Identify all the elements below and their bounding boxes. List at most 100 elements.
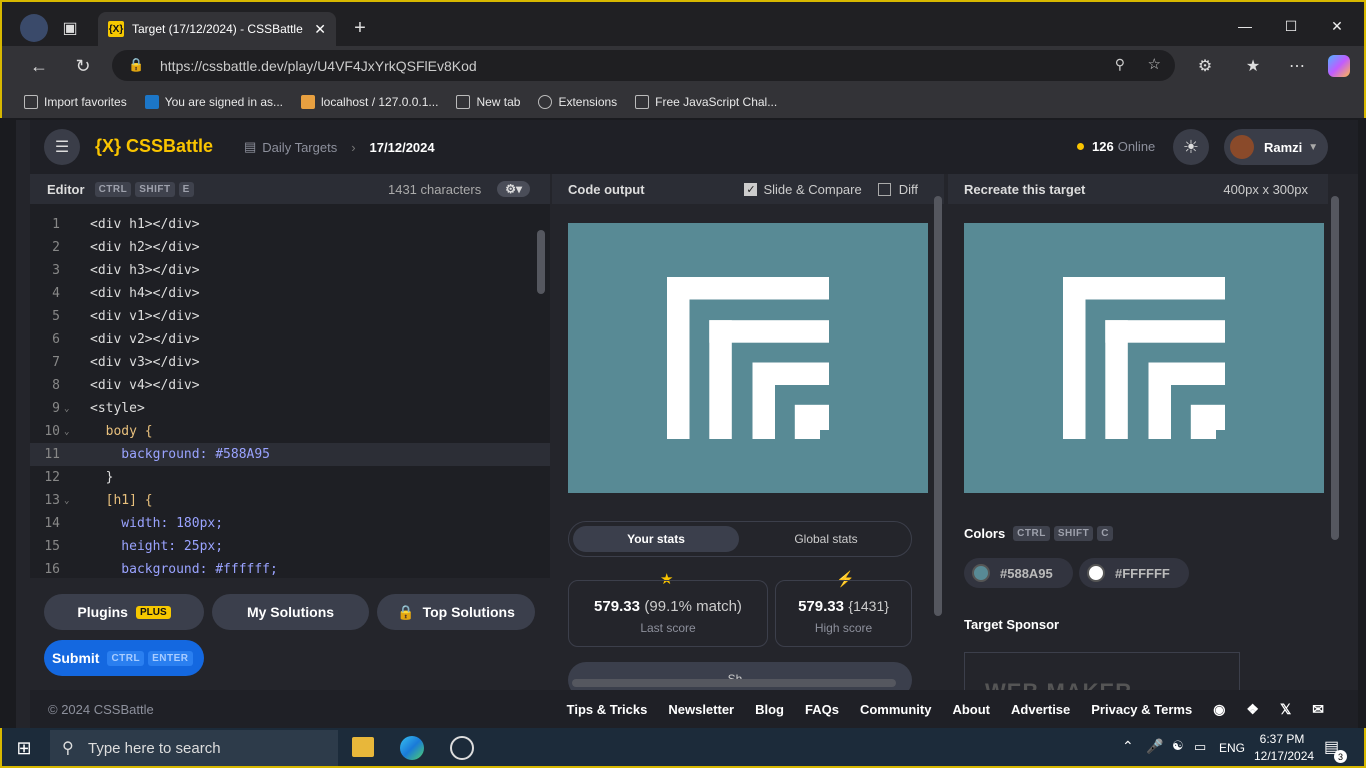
email-icon[interactable]: ✉ <box>1312 701 1324 718</box>
target-size: 400px x 300px <box>1223 181 1308 197</box>
code-line: 12 } <box>44 470 114 485</box>
slide-compare-toggle[interactable]: ✓ Slide & Compare <box>744 182 862 197</box>
user-avatar <box>1230 135 1254 159</box>
editor-title: Editor <box>47 181 85 197</box>
new-tab-icon[interactable]: + <box>350 17 370 39</box>
tab-your-stats[interactable]: Your stats <box>573 526 739 552</box>
theme-toggle-sun-icon[interactable]: ☀ <box>1173 129 1209 165</box>
hamburger-menu-icon[interactable]: ☰ <box>44 129 80 165</box>
close-window-icon[interactable]: ✕ <box>1314 12 1360 40</box>
color-chip-white[interactable]: #FFFFFF <box>1079 558 1189 588</box>
footer-link-blog[interactable]: Blog <box>755 702 784 717</box>
import-icon <box>24 95 38 109</box>
discord-icon[interactable]: ◉ <box>1213 701 1225 718</box>
x-twitter-icon[interactable]: 𝕏 <box>1280 701 1291 718</box>
code-line: 4 <div h4></div> <box>52 286 200 301</box>
url-text: https://cssbattle.dev/play/U4VF4JxYrkQSF… <box>160 57 477 74</box>
address-bar[interactable]: 🔒 https://cssbattle.dev/play/U4VF4JxYrkQ… <box>112 50 1175 81</box>
favorite-localhost[interactable]: localhost / 127.0.0.1... <box>301 95 438 109</box>
checkbox-checked-icon[interactable]: ✓ <box>744 182 758 196</box>
copyright: © 2024 CSSBattle <box>48 701 154 717</box>
footer-link-newsletter[interactable]: Newsletter <box>668 702 734 717</box>
zoom-icon[interactable]: ⚲ <box>1115 56 1125 73</box>
editor-settings-gear-icon[interactable]: ⚙▾ <box>497 181 530 197</box>
code-output-preview[interactable] <box>568 223 928 493</box>
submit-button[interactable]: Submit CTRL ENTER <box>44 640 204 676</box>
search-icon: ⚲ <box>62 740 74 757</box>
cssbattle-logo[interactable]: {X} CSSBattle <box>95 136 213 157</box>
chevron-right-icon: › <box>351 139 356 155</box>
microphone-icon[interactable]: 🎤 <box>1146 738 1163 755</box>
footer-link-privacy[interactable]: Privacy & Terms <box>1091 702 1192 717</box>
app-header <box>30 120 1358 174</box>
output-hscrollbar[interactable] <box>572 679 896 687</box>
code-line: 6 <div v2></div> <box>52 332 200 347</box>
user-menu[interactable]: Ramzi ▼ <box>1224 129 1328 165</box>
taskbar-search[interactable]: ⚲ Type here to search <box>50 730 338 766</box>
copilot-icon[interactable] <box>1328 55 1350 77</box>
back-icon[interactable]: ← <box>28 56 50 76</box>
chevron-down-icon: ▼ <box>1308 141 1319 153</box>
favorite-star-icon[interactable]: ☆ <box>1148 55 1161 73</box>
browser-tab-active[interactable]: {X} Target (17/12/2024) - CSSBattle ✕ <box>98 12 336 46</box>
favorite-signed-in[interactable]: You are signed in as... <box>144 95 283 109</box>
tab-favicon-icon: {X} <box>108 21 124 37</box>
kbd-shift: SHIFT <box>135 181 175 197</box>
tab-global-stats[interactable]: Global stats <box>743 526 909 552</box>
breadcrumb-daily-targets[interactable]: Daily Targets <box>262 140 337 155</box>
maximize-icon[interactable]: ☐ <box>1268 12 1314 40</box>
lock-icon[interactable]: 🔒 <box>128 57 144 73</box>
plugins-button[interactable]: Plugins PLUS <box>44 594 204 630</box>
tab-close-icon[interactable]: ✕ <box>314 21 326 38</box>
more-menu-icon[interactable]: ⋯ <box>1286 56 1308 76</box>
bluesky-icon[interactable]: ❖ <box>1246 701 1259 718</box>
extensions-icon[interactable]: ⚙ <box>1194 56 1216 76</box>
favorite-extensions[interactable]: Extensions <box>538 95 617 109</box>
code-line: 5 <div v1></div> <box>52 309 200 324</box>
refresh-icon[interactable]: ↻ <box>72 56 94 76</box>
code-line: 8 <div v4></div> <box>52 378 200 393</box>
favorite-import[interactable]: Import favorites <box>24 95 127 109</box>
checkbox-unchecked-icon[interactable] <box>877 182 891 196</box>
footer-link-faqs[interactable]: FAQs <box>805 702 839 717</box>
color-chip-teal[interactable]: #588A95 <box>964 558 1073 588</box>
code-line: 14 width: 180px; <box>44 516 224 531</box>
favorite-js-challenges[interactable]: Free JavaScript Chal... <box>635 95 777 109</box>
battery-icon[interactable]: ▭ <box>1194 739 1206 755</box>
char-count: 1431 characters <box>387 181 482 197</box>
fold-icon[interactable]: ⌄ <box>64 496 69 506</box>
code-line: 2 <div h2></div> <box>52 240 200 255</box>
file-explorer-icon[interactable] <box>352 737 374 757</box>
code-line: 15 height: 25px; <box>44 539 224 554</box>
edge-icon[interactable] <box>400 736 424 760</box>
footer-link-community[interactable]: Community <box>860 702 932 717</box>
profile-avatar-icon[interactable] <box>20 14 48 42</box>
fold-icon[interactable]: ⌄ <box>64 404 69 414</box>
app-icon[interactable] <box>450 736 474 760</box>
top-solutions-button[interactable]: 🔒 Top Solutions <box>377 594 535 630</box>
favorites-icon[interactable]: ★ <box>1242 56 1264 76</box>
site-icon <box>144 95 159 109</box>
favorite-new-tab[interactable]: New tab <box>456 95 520 109</box>
plus-badge: PLUS <box>135 605 171 619</box>
my-solutions-button[interactable]: My Solutions <box>212 594 369 630</box>
target-scrollbar[interactable] <box>1331 196 1339 540</box>
clock[interactable]: 6:37 PM 12/17/2024 <box>1254 732 1314 763</box>
footer-link-tips[interactable]: Tips & Tricks <box>567 702 648 717</box>
lock-icon: 🔒 <box>397 603 415 620</box>
minimize-icon[interactable]: — <box>1222 12 1268 40</box>
tray-chevron-up-icon[interactable]: ⌃ <box>1122 738 1134 755</box>
code-editor[interactable]: 1 <div h1></div> 2 <div h2></div> 3 <div h3… <box>30 204 550 578</box>
footer-link-advertise[interactable]: Advertise <box>1011 702 1070 717</box>
network-icon[interactable]: ☯ <box>1172 738 1184 754</box>
language-indicator[interactable]: ENG <box>1219 741 1245 755</box>
footer-link-about[interactable]: About <box>952 702 990 717</box>
output-scrollbar[interactable] <box>934 196 942 616</box>
tab-actions-icon[interactable]: ▣ <box>60 18 80 38</box>
tab-title: Target (17/12/2024) - CSSBattle <box>132 22 303 36</box>
editor-scrollbar[interactable] <box>537 230 545 294</box>
fold-icon[interactable]: ⌄ <box>64 427 69 437</box>
sponsor-card[interactable]: WEB MAKER <box>964 652 1240 690</box>
windows-start-icon[interactable]: ⊞ <box>12 738 36 758</box>
diff-toggle[interactable]: Diff <box>877 182 918 197</box>
